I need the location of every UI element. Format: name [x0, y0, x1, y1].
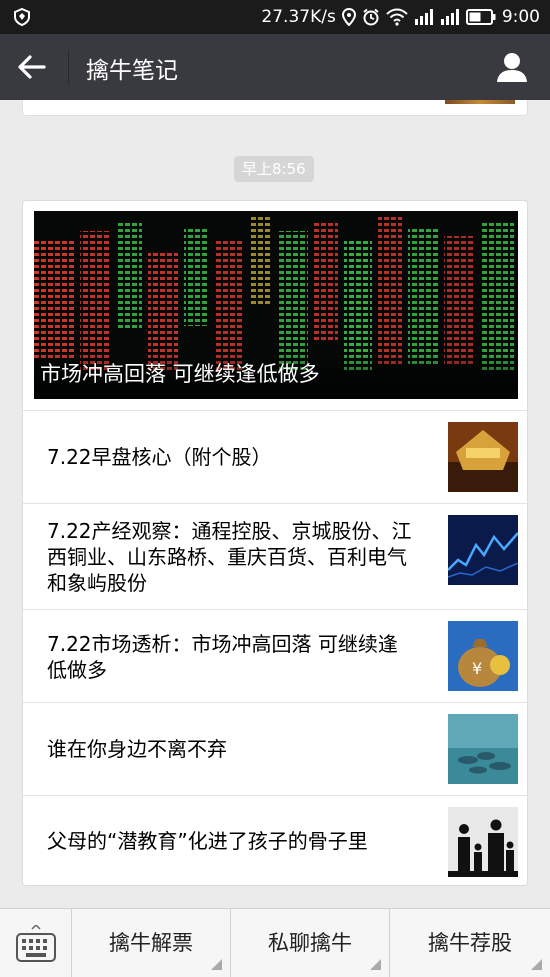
battery-icon: [465, 9, 496, 25]
article-list-item[interactable]: 谁在你身边不离不弃: [23, 702, 527, 795]
menu-button-1[interactable]: 擒牛解票: [72, 909, 231, 977]
previous-article-thumbnail: [445, 100, 515, 104]
article-list-item[interactable]: 7.22产经观察：通程控股、京城股份、江西铜业、山东路桥、重庆百货、百利电气和象…: [23, 503, 527, 609]
article-title: 7.22产经观察：通程控股、京城股份、江西铜业、山东路桥、重庆百货、百利电气和象…: [47, 519, 412, 595]
menu-button-label: 擒牛荐股: [428, 931, 512, 955]
article-title: 7.22市场透析：市场冲高回落 可继续逢低做多: [47, 632, 398, 682]
article-card: 市场冲高回落 可继续逢低做多 7.22早盘核心（附个股） 7.22产经观察：通程…: [22, 200, 528, 886]
article-list-item[interactable]: 父母的“潜教育”化进了孩子的骨子里: [23, 795, 527, 885]
keyboard-toggle-button[interactable]: [0, 909, 72, 977]
shield-icon: [14, 8, 30, 26]
article-title: 父母的“潜教育”化进了孩子的骨子里: [47, 829, 368, 853]
location-icon: [341, 8, 356, 26]
signal-icon-1: [414, 9, 433, 25]
article-list-item[interactable]: 7.22市场透析：市场冲高回落 可继续逢低做多 ¥: [23, 609, 527, 702]
money-bag-thumbnail: ¥: [448, 621, 518, 691]
clock: 9:00: [501, 7, 540, 27]
hero-article[interactable]: 市场冲高回落 可继续逢低做多: [34, 211, 518, 399]
title-bar: 擒牛笔记: [0, 34, 550, 100]
submenu-indicator-icon: [370, 959, 381, 970]
submenu-indicator-icon: [531, 959, 542, 970]
title-divider: [68, 50, 69, 84]
message-timestamp: 早上8:56: [234, 156, 314, 182]
menu-button-label: 私聊擒牛: [268, 931, 352, 955]
back-arrow-icon[interactable]: [16, 52, 48, 82]
submenu-indicator-icon: [211, 959, 222, 970]
family-silhouette-thumbnail: [448, 807, 518, 877]
stones-thumbnail: [448, 714, 518, 784]
article-list-item[interactable]: 7.22早盘核心（附个股）: [23, 410, 527, 503]
alarm-icon: [363, 8, 379, 26]
menu-button-3[interactable]: 擒牛荐股: [390, 909, 550, 977]
stock-chart-thumbnail: [448, 515, 518, 585]
network-speed: 27.37K/s: [261, 7, 336, 27]
menu-button-label: 擒牛解票: [109, 931, 193, 955]
svg-text:¥: ¥: [472, 659, 482, 678]
article-title: 谁在你身边不离不弃: [47, 737, 227, 761]
gold-logo-thumbnail: [448, 422, 518, 492]
user-profile-icon[interactable]: [496, 51, 528, 83]
bottom-menu-bar: 擒牛解票 私聊擒牛 擒牛荐股: [0, 908, 550, 977]
hero-article-title: 市场冲高回落 可继续逢低做多: [34, 353, 518, 399]
wifi-icon: [386, 8, 408, 26]
page-title: 擒牛笔记: [86, 58, 178, 84]
article-title: 7.22早盘核心（附个股）: [47, 445, 272, 469]
signal-icon-2: [440, 9, 459, 25]
menu-button-2[interactable]: 私聊擒牛: [231, 909, 390, 977]
status-bar: 27.37K/s 9:00: [0, 0, 550, 34]
keyboard-icon: [16, 925, 56, 962]
previous-article-card[interactable]: [22, 100, 528, 116]
